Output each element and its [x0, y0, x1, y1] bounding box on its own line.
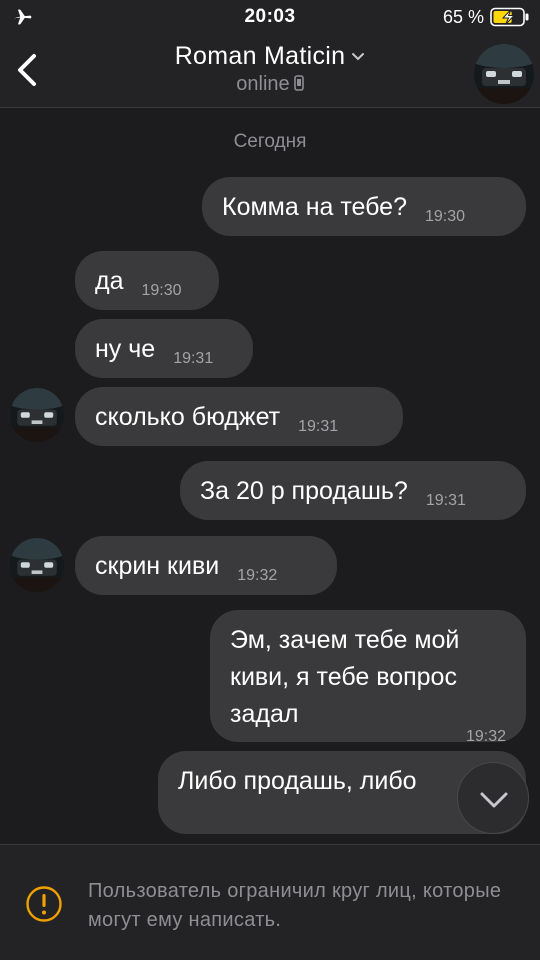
message-bubble-outgoing[interactable]: Комма на тебе? 19:30 — [202, 177, 526, 236]
message-bubble-outgoing[interactable]: За 20 р продашь? 19:31 — [180, 461, 526, 520]
message-time: 19:32 — [465, 728, 506, 745]
message-text: Либо продашь, либо — [178, 767, 417, 795]
chevron-down-icon — [352, 53, 365, 61]
message-time: 19:31 — [173, 350, 214, 367]
message-text: За 20 р продашь? — [200, 477, 408, 505]
contact-avatar[interactable] — [474, 44, 534, 104]
status-bar: 20:03 65 % — [0, 0, 540, 34]
message-text: ну че — [95, 335, 156, 363]
restriction-notice-text: Пользователь ограничил круг лиц, которые… — [88, 880, 502, 931]
message-time: 19:30 — [141, 282, 182, 299]
message-time: 19:31 — [425, 492, 466, 509]
message-bubble-incoming[interactable]: да 19:30 — [75, 251, 219, 310]
message-bubble-incoming[interactable]: ну че 19:31 — [75, 319, 253, 378]
back-button[interactable] — [8, 48, 48, 92]
restriction-notice-bar: Пользователь ограничил круг лиц, которые… — [0, 844, 540, 960]
chevron-left-icon — [18, 54, 36, 86]
message-text: сколько бюджет — [95, 403, 281, 431]
date-divider: Сегодня — [233, 131, 307, 152]
contact-title[interactable]: Roman Maticin online — [120, 42, 420, 96]
message-time: 19:31 — [298, 418, 339, 435]
message-list[interactable]: Сегодня Комма на тебе? 19:30 да 19:30 ну ч… — [0, 108, 540, 844]
sender-avatar[interactable] — [10, 538, 64, 592]
message-text: скрин киви — [95, 552, 220, 580]
chat-header: Roman Maticin online — [0, 34, 540, 108]
battery-percent: 65 % — [442, 7, 484, 27]
message-bubble-incoming[interactable]: сколько бюджет 19:31 — [75, 387, 403, 446]
warning-circle-icon — [26, 886, 62, 922]
presence-status: online — [236, 73, 290, 95]
phone-icon — [293, 75, 304, 91]
message-time: 19:32 — [237, 567, 278, 584]
message-text: да — [95, 267, 124, 295]
message-time: 19:30 — [425, 208, 466, 225]
chevron-down-icon — [480, 792, 508, 808]
scroll-to-bottom-button[interactable] — [457, 762, 529, 834]
sender-avatar[interactable] — [10, 388, 64, 442]
message-text: Комма на тебе? — [222, 193, 407, 221]
message-text: Эм, зачем тебе мой киви, я тебе вопрос з… — [230, 626, 460, 728]
message-bubble-outgoing[interactable]: Эм, зачем тебе мой киви, я тебе вопрос з… — [210, 610, 526, 745]
message-bubble-incoming[interactable]: скрин киви 19:32 — [75, 536, 337, 595]
battery-charging-icon — [490, 7, 529, 27]
contact-name: Roman Maticin — [174, 42, 346, 70]
